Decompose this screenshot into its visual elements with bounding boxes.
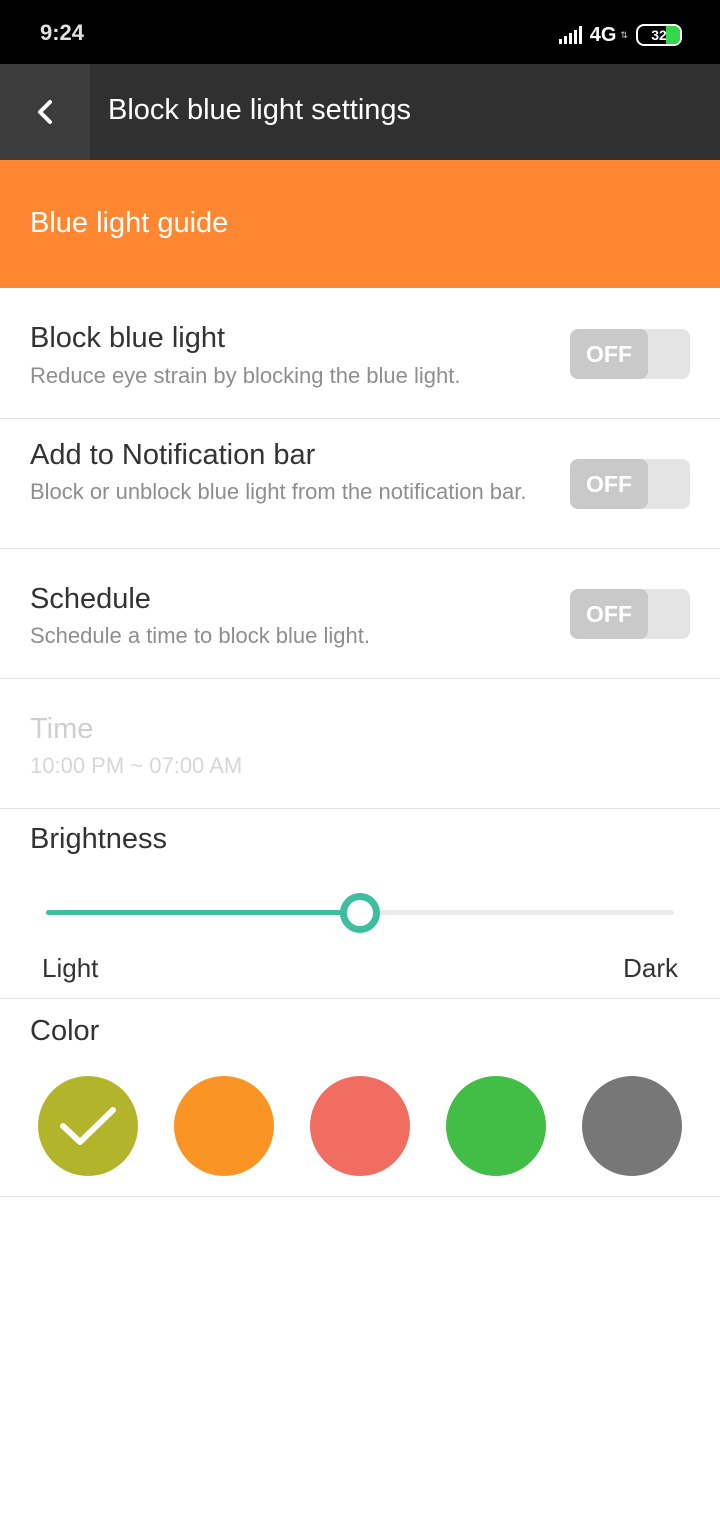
guide-label: Blue light guide bbox=[30, 207, 229, 239]
app-bar: Block blue light settings bbox=[0, 64, 720, 160]
battery-icon: 32 bbox=[636, 24, 682, 46]
time-title: Time bbox=[30, 713, 94, 745]
time-value: 10:00 PM ~ 07:00 AM bbox=[30, 753, 243, 778]
block-blue-light-toggle[interactable]: OFF bbox=[570, 329, 690, 379]
schedule-toggle[interactable]: OFF bbox=[570, 589, 690, 639]
chevron-left-icon bbox=[38, 100, 52, 124]
color-swatch-orange[interactable] bbox=[174, 1076, 274, 1176]
status-indicators: 4G ⇅ 32 bbox=[558, 20, 682, 50]
battery-level bbox=[666, 26, 680, 44]
network-label: 4G bbox=[589, 23, 617, 46]
back-button[interactable] bbox=[0, 64, 90, 160]
brightness-slider-fill bbox=[46, 910, 360, 915]
setting-row-block-blue-light[interactable]: Block blue light Reduce eye strain by bl… bbox=[0, 288, 720, 419]
data-activity-icon: ⇅ bbox=[620, 29, 628, 40]
battery-percent: 32 bbox=[651, 27, 667, 43]
toggle-state: OFF bbox=[570, 459, 648, 509]
setting-title: Schedule bbox=[30, 583, 151, 615]
setting-subtitle: Reduce eye strain by blocking the blue l… bbox=[30, 363, 461, 388]
color-title: Color bbox=[30, 1015, 100, 1047]
setting-subtitle: Schedule a time to block blue light. bbox=[30, 623, 370, 648]
status-time: 9:24 bbox=[40, 20, 85, 45]
brightness-max-label: Dark bbox=[623, 953, 678, 983]
checkmark-icon bbox=[60, 1107, 116, 1145]
setting-row-schedule[interactable]: Schedule Schedule a time to block blue l… bbox=[0, 549, 720, 679]
color-swatch-coral[interactable] bbox=[310, 1076, 410, 1176]
status-bar: 9:24 4G ⇅ 32 bbox=[0, 0, 720, 64]
toggle-state: OFF bbox=[570, 589, 648, 639]
brightness-min-label: Light bbox=[42, 953, 99, 983]
brightness-title: Brightness bbox=[30, 823, 168, 855]
color-swatch-gray[interactable] bbox=[582, 1076, 682, 1176]
setting-title: Add to Notification bar bbox=[30, 439, 316, 471]
blue-light-guide-banner[interactable]: Blue light guide bbox=[0, 160, 720, 288]
page-title: Block blue light settings bbox=[108, 94, 412, 126]
color-swatch-green[interactable] bbox=[446, 1076, 546, 1176]
color-swatch-olive[interactable] bbox=[38, 1076, 138, 1176]
notification-bar-toggle[interactable]: OFF bbox=[570, 459, 690, 509]
toggle-state: OFF bbox=[570, 329, 648, 379]
setting-row-time: Time 10:00 PM ~ 07:00 AM bbox=[0, 679, 720, 809]
setting-title: Block blue light bbox=[30, 322, 226, 354]
setting-row-notification-bar[interactable]: Add to Notification bar Block or unblock… bbox=[0, 419, 720, 549]
setting-subtitle: Block or unblock blue light from the not… bbox=[30, 479, 527, 504]
signal-icon bbox=[558, 26, 584, 44]
brightness-slider-thumb[interactable] bbox=[340, 893, 380, 933]
